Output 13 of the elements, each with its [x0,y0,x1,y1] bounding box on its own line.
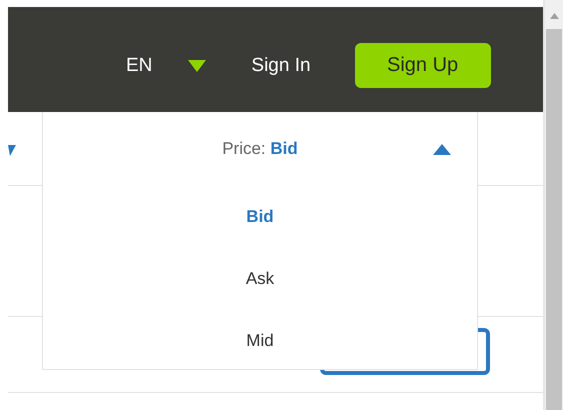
sign-up-button[interactable]: Sign Up [354,43,491,88]
caret-up-icon [433,144,451,155]
scroll-thumb[interactable] [546,29,562,410]
dropdown-option[interactable]: Bid [43,186,477,248]
caret-icon[interactable] [188,60,206,72]
dropdown-option[interactable]: Mid [43,310,477,372]
scroll-up-icon[interactable] [550,13,558,19]
dropdown-option[interactable]: Ask [43,248,477,310]
caret-icon[interactable] [8,145,16,156]
sign-in-link[interactable]: Sign In [251,54,311,76]
scrollbar[interactable] [543,0,563,410]
price-dropdown[interactable]: Price: Bid [43,112,477,186]
language-selector[interactable]: EN [126,54,152,76]
